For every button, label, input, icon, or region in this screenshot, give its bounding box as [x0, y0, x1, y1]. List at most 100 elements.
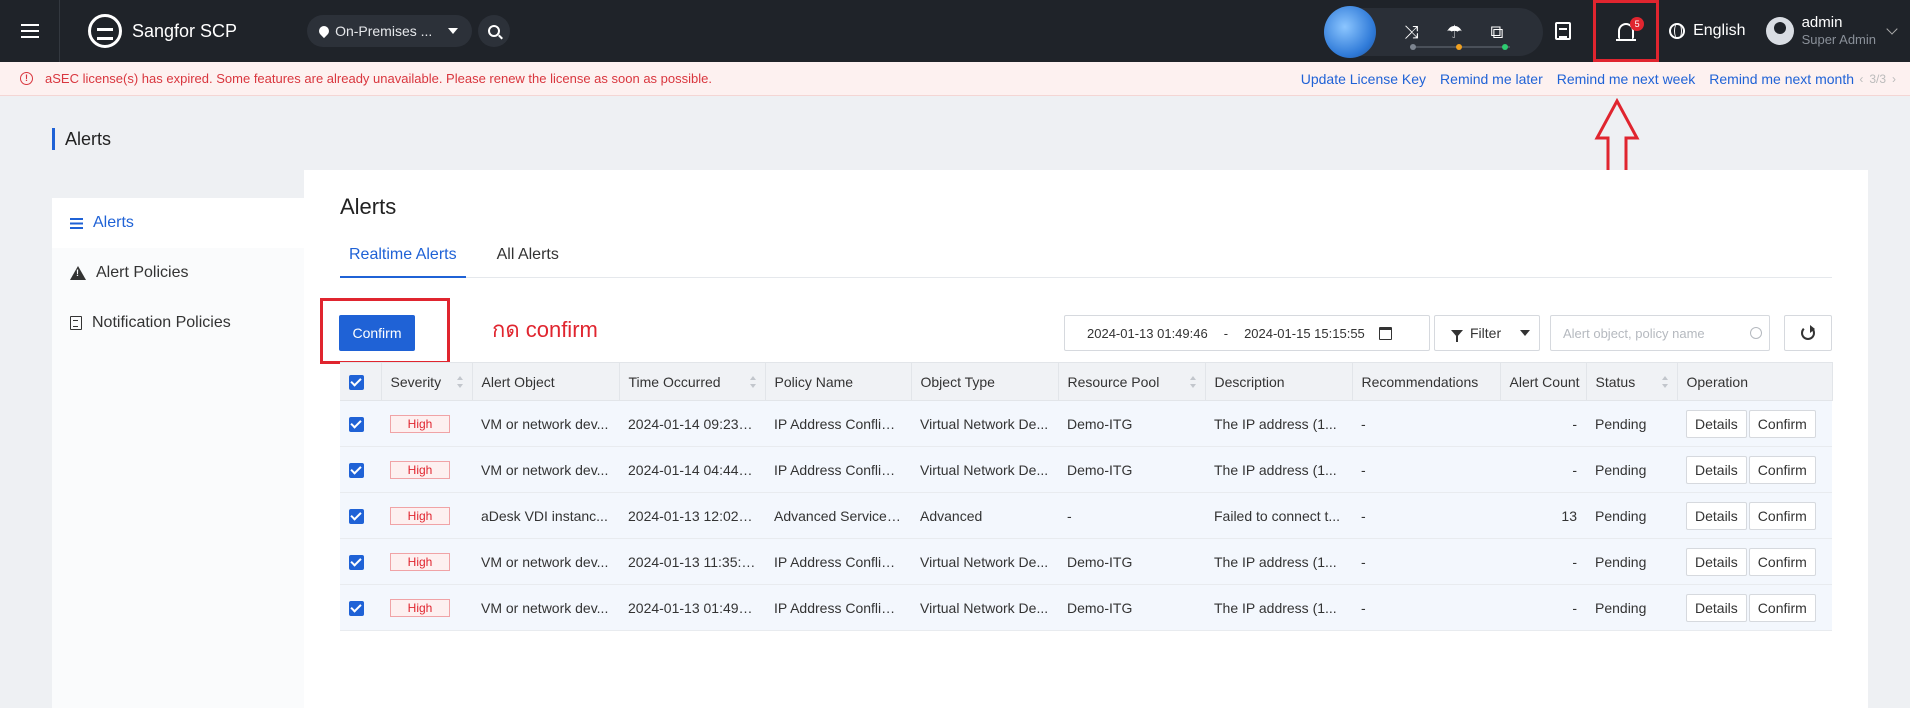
confirm-row-button[interactable]: Confirm: [1748, 593, 1816, 622]
chevron-down-icon[interactable]: [1886, 23, 1898, 35]
details-button[interactable]: Details: [1686, 593, 1747, 622]
chevron-left-icon[interactable]: ‹: [1859, 72, 1863, 86]
remind-me-later-link[interactable]: Remind me later: [1440, 71, 1543, 87]
row-checkbox[interactable]: [349, 462, 364, 478]
resource-pool-cell: Demo-ITG: [1058, 446, 1205, 493]
row-select-cell[interactable]: [340, 584, 381, 631]
menu-icon[interactable]: [0, 0, 60, 62]
resource-pool-select[interactable]: On-Premises ...: [307, 15, 473, 47]
details-button[interactable]: Details: [1686, 547, 1747, 576]
alert-object-cell: VM or network dev...: [472, 400, 619, 447]
confirm-row-button[interactable]: Confirm: [1748, 547, 1816, 576]
avatar[interactable]: [1765, 17, 1794, 45]
confirm-row-button[interactable]: Confirm: [1748, 455, 1816, 484]
policy-name-cell: IP Address Conflict...: [765, 538, 911, 585]
notepad-icon: [70, 316, 82, 330]
sidebar-item-alert-policies[interactable]: Alert Policies: [52, 248, 304, 298]
column-header-status[interactable]: Status: [1586, 362, 1678, 401]
notification-count-badge: 5: [1630, 17, 1645, 31]
user-menu[interactable]: admin Super Admin: [1802, 13, 1876, 49]
status-cell: Pending: [1586, 538, 1677, 585]
description-cell: The IP address (1...: [1205, 400, 1352, 447]
select-all-cell[interactable]: [340, 362, 382, 401]
tab-realtime-alerts[interactable]: Realtime Alerts: [340, 238, 466, 278]
alert-search-input[interactable]: [1550, 315, 1770, 351]
sidebar-item-notification-policies[interactable]: Notification Policies: [52, 298, 304, 348]
tab-all-alerts[interactable]: All Alerts: [488, 238, 568, 278]
chevron-right-icon[interactable]: ›: [1892, 72, 1896, 86]
severity-cell: High: [381, 400, 472, 447]
column-header-time-occurred[interactable]: Time Occurred: [619, 362, 766, 401]
remind-me-next-month-link[interactable]: Remind me next month: [1709, 71, 1854, 87]
table-row[interactable]: High VM or network dev... 2024-01-14 04:44…: [340, 446, 1832, 493]
user-name: admin: [1801, 13, 1843, 31]
table-row[interactable]: High VM or network dev... 2024-01-13 11:35…: [340, 538, 1832, 585]
remind-me-next-week-link[interactable]: Remind me next week: [1557, 71, 1696, 87]
sort-icon[interactable]: [749, 376, 756, 388]
confirm-row-button[interactable]: Confirm: [1748, 501, 1816, 530]
row-select-cell[interactable]: [340, 446, 381, 493]
select-all-checkbox[interactable]: [349, 374, 364, 390]
resource-pool-cell: -: [1058, 492, 1205, 539]
sangfor-logo-icon: [88, 14, 122, 48]
column-header-severity[interactable]: Severity: [381, 362, 473, 401]
document-icon[interactable]: [1555, 22, 1572, 40]
details-button[interactable]: Details: [1686, 501, 1747, 530]
brand: Sangfor SCP: [88, 14, 237, 48]
sidebar-item-alerts[interactable]: Alerts: [52, 198, 304, 248]
notification-bell-button[interactable]: 5: [1593, 0, 1660, 62]
date-range-picker[interactable]: 2024-01-13 01:49:46 - 2024-01-15 15:15:5…: [1064, 315, 1430, 351]
policy-name-cell: IP Address Conflict...: [765, 400, 911, 447]
object-type-cell: Virtual Network De...: [911, 584, 1058, 631]
global-search-button[interactable]: [478, 15, 511, 47]
column-header-resource-pool[interactable]: Resource Pool: [1058, 362, 1206, 401]
row-select-cell[interactable]: [340, 538, 381, 585]
switch-screens-icon[interactable]: ⧉: [1491, 22, 1504, 43]
language-select[interactable]: English: [1693, 22, 1745, 40]
table-row[interactable]: High VM or network dev... 2024-01-13 01:49…: [340, 584, 1832, 631]
sort-icon[interactable]: [1661, 376, 1668, 388]
row-checkbox[interactable]: [349, 554, 364, 570]
globe-icon[interactable]: [1669, 23, 1686, 39]
filter-dropdown[interactable]: Filter: [1434, 315, 1540, 351]
bulk-confirm-button[interactable]: Confirm: [339, 315, 415, 351]
row-checkbox[interactable]: [349, 600, 364, 616]
list-icon: [70, 217, 83, 229]
sort-icon[interactable]: [1189, 376, 1196, 388]
details-button[interactable]: Details: [1686, 455, 1747, 484]
chevron-down-icon: [1520, 330, 1531, 336]
details-button[interactable]: Details: [1686, 409, 1747, 438]
update-license-key-link[interactable]: Update License Key: [1301, 71, 1426, 87]
sort-icon[interactable]: [456, 376, 463, 388]
tools-progress-indicator: [1410, 44, 1510, 50]
severity-cell: High: [381, 538, 472, 585]
cloud-umbrella-icon[interactable]: ☂: [1446, 22, 1462, 43]
operation-cell: Details Confirm: [1677, 538, 1832, 585]
row-select-cell[interactable]: [340, 492, 381, 539]
description-cell: The IP address (1...: [1205, 446, 1352, 493]
severity-badge: High: [390, 506, 450, 525]
operation-cell: Details Confirm: [1677, 492, 1832, 539]
table-row[interactable]: High aDesk VDI instanc... 2024-01-13 12:02…: [340, 492, 1832, 539]
column-header-alert-count: Alert Count: [1500, 362, 1587, 401]
confirm-row-button[interactable]: Confirm: [1748, 409, 1816, 438]
row-select-cell[interactable]: [340, 400, 381, 447]
alert-tabs: Realtime Alerts All Alerts: [340, 238, 1832, 278]
description-cell: The IP address (1...: [1205, 584, 1352, 631]
cloud-platform-icon[interactable]: [1324, 6, 1376, 58]
alert-object-cell: aDesk VDI instanc...: [472, 492, 619, 539]
column-header-recommendations: Recommendations: [1352, 362, 1501, 401]
table-row[interactable]: High VM or network dev... 2024-01-14 09:23…: [340, 400, 1832, 447]
column-header-description: Description: [1205, 362, 1353, 401]
shuffle-icon[interactable]: ⤨: [1404, 22, 1418, 43]
time-occurred-cell: 2024-01-13 12:02:41: [619, 492, 765, 539]
page-title: Alerts: [52, 128, 111, 150]
row-checkbox[interactable]: [349, 508, 364, 524]
status-cell: Pending: [1586, 446, 1677, 493]
row-checkbox[interactable]: [349, 416, 364, 432]
user-role: Super Admin: [1801, 32, 1876, 48]
funnel-icon: [1451, 329, 1463, 342]
refresh-button[interactable]: [1784, 315, 1832, 351]
object-type-cell: Advanced: [911, 492, 1058, 539]
alert-count-cell: 13: [1500, 492, 1586, 539]
